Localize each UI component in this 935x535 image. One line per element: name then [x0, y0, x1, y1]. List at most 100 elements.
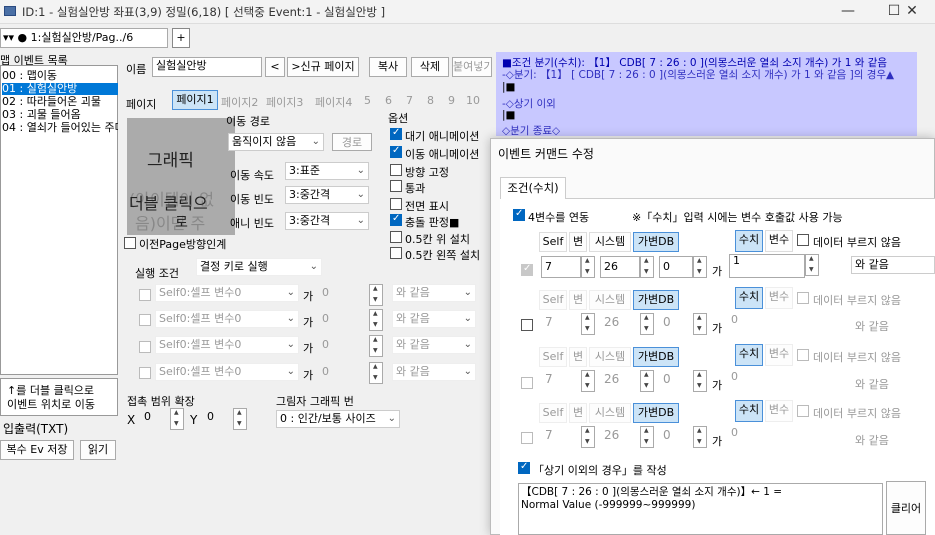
- cond-checkbox[interactable]: [139, 367, 151, 379]
- read-button[interactable]: 읽기: [80, 440, 116, 460]
- var-button[interactable]: 변: [569, 232, 587, 252]
- list-item[interactable]: 04 : 열쇠가 들어있는 주머: [2, 122, 118, 134]
- cond-op-select[interactable]: 와 같음 ⌄: [392, 310, 476, 328]
- numeric-button[interactable]: 수치: [735, 230, 763, 252]
- delete-page-button[interactable]: 삭제: [411, 57, 449, 77]
- copy-page-button[interactable]: 복사: [369, 57, 407, 77]
- self-button[interactable]: Self: [539, 232, 567, 252]
- name-input[interactable]: 실험실안방: [152, 57, 262, 77]
- db-type-input[interactable]: 7: [545, 315, 553, 329]
- map-tab[interactable]: ▾▾ ● 1:실험실안방/Pag../6: [0, 28, 168, 48]
- option-checkbox[interactable]: [390, 213, 402, 226]
- row-checkbox[interactable]: [521, 432, 533, 444]
- cond-spinner[interactable]: [369, 362, 383, 384]
- db-data-spinner[interactable]: [640, 313, 654, 335]
- new-page-button[interactable]: >신규 페이지: [287, 57, 359, 77]
- cond-var-select[interactable]: Self0:셀프 변수0 ⌄: [155, 336, 299, 354]
- option-checkbox[interactable]: [390, 180, 402, 192]
- variable-button[interactable]: 변수: [765, 230, 793, 252]
- save-multiple-button[interactable]: 복수 Ev 저장: [0, 440, 74, 460]
- variable-button[interactable]: 변수: [765, 344, 793, 366]
- list-item[interactable]: 01 : 실험실안방: [2, 83, 118, 95]
- system-button[interactable]: 시스템: [589, 403, 631, 423]
- minimize-button[interactable]: —: [825, 0, 871, 24]
- db-field-input[interactable]: 0: [663, 372, 671, 386]
- x-spinner[interactable]: [170, 408, 184, 430]
- clear-button[interactable]: 클리어: [886, 481, 926, 535]
- numeric-button[interactable]: 수치: [735, 400, 763, 422]
- x-input[interactable]: 0: [141, 409, 169, 429]
- variable-db-button[interactable]: 가변DB: [633, 347, 679, 367]
- cond-value[interactable]: 0: [322, 286, 329, 299]
- no-data-checkbox[interactable]: [797, 349, 809, 361]
- db-type-spinner[interactable]: [581, 313, 595, 335]
- option-checkbox[interactable]: [390, 145, 402, 158]
- db-field-input[interactable]: 0: [663, 315, 671, 329]
- operator-select[interactable]: 와 같음: [851, 256, 935, 274]
- paste-page-button[interactable]: 붙여넣기: [452, 57, 492, 77]
- cond-var-select[interactable]: Self0:셀프 변수0 ⌄: [155, 363, 299, 381]
- db-type-input[interactable]: 7: [545, 372, 553, 386]
- option-checkbox[interactable]: [390, 231, 402, 243]
- db-type-spinner[interactable]: [581, 426, 595, 448]
- tab-page-2[interactable]: 페이지2: [221, 94, 258, 110]
- db-type-input[interactable]: 7: [545, 428, 553, 442]
- no-data-checkbox[interactable]: [797, 234, 809, 246]
- tab-page-9[interactable]: 9: [448, 94, 455, 107]
- close-button[interactable]: ✕: [889, 0, 935, 24]
- db-field-spinner[interactable]: [693, 256, 707, 278]
- cond-checkbox[interactable]: [139, 314, 151, 326]
- list-item[interactable]: 03 : 괴물 들어옴: [2, 109, 118, 121]
- tab-page-1[interactable]: 페이지1: [172, 90, 218, 110]
- prev-button[interactable]: <: [265, 57, 285, 77]
- speed-select[interactable]: 3:표준 ⌄: [285, 162, 369, 180]
- cond-var-select[interactable]: Self0:셀프 변수0 ⌄: [155, 310, 299, 328]
- tab-condition[interactable]: 조건(수치): [500, 177, 566, 199]
- add-tab-button[interactable]: +: [172, 28, 190, 48]
- variable-db-button[interactable]: 가변DB: [633, 403, 679, 423]
- operator-select[interactable]: 와 같음: [855, 432, 889, 448]
- cond-value[interactable]: 0: [322, 338, 329, 351]
- cond-op-select[interactable]: 와 같음 ⌄: [392, 336, 476, 354]
- var-button[interactable]: 변: [569, 290, 587, 310]
- row-checkbox[interactable]: [521, 319, 533, 331]
- tab-page-4[interactable]: 페이지4: [315, 94, 352, 110]
- row-checkbox[interactable]: [521, 377, 533, 389]
- db-field-spinner[interactable]: [693, 313, 707, 335]
- anim-select[interactable]: 3:중간격 ⌄: [285, 212, 369, 230]
- cond-op-select[interactable]: 와 같음 ⌄: [392, 363, 476, 381]
- value-input[interactable]: 1: [729, 254, 805, 278]
- list-item[interactable]: 00 : 맵이동: [2, 70, 118, 82]
- command-scrollbar[interactable]: [917, 52, 933, 136]
- no-data-checkbox[interactable]: [797, 405, 809, 417]
- tab-page-7[interactable]: 7: [406, 94, 413, 107]
- db-field-spinner[interactable]: [693, 426, 707, 448]
- tab-page-3[interactable]: 페이지3: [266, 94, 303, 110]
- command-line[interactable]: |■: [502, 81, 515, 93]
- command-list[interactable]: ■조건 분기(수치): 【1】 CDB[ 7 : 26 : 0 ](의몽스러운 …: [496, 52, 917, 136]
- self-button[interactable]: Self: [539, 403, 567, 423]
- db-field-input[interactable]: 0: [659, 256, 693, 278]
- graphic-preview[interactable]: 그래픽 (아이템이 없 더블 클릭으 음)이면 주 로: [127, 118, 235, 235]
- numeric-button[interactable]: 수치: [735, 287, 763, 309]
- db-data-input[interactable]: 26: [600, 256, 640, 278]
- var-button[interactable]: 변: [569, 347, 587, 367]
- no-data-checkbox[interactable]: [797, 292, 809, 304]
- db-data-input[interactable]: 26: [604, 372, 619, 386]
- db-field-input[interactable]: 0: [663, 428, 671, 442]
- db-type-spinner[interactable]: [581, 370, 595, 392]
- prev-dir-checkbox[interactable]: [124, 237, 136, 249]
- variable-button[interactable]: 변수: [765, 400, 793, 422]
- value-input[interactable]: 0: [731, 370, 738, 383]
- db-type-input[interactable]: 7: [541, 256, 581, 278]
- option-checkbox[interactable]: [390, 164, 402, 176]
- option-checkbox[interactable]: [390, 198, 402, 210]
- variable-button[interactable]: 변수: [765, 287, 793, 309]
- shadow-select[interactable]: 0 : 인간/보통 사이즈 ⌄: [276, 410, 400, 428]
- cond-checkbox[interactable]: [139, 341, 151, 353]
- tab-page-10[interactable]: 10: [466, 94, 480, 107]
- row-checkbox[interactable]: [521, 263, 533, 276]
- cond-value[interactable]: 0: [322, 312, 329, 325]
- system-button[interactable]: 시스템: [589, 290, 631, 310]
- db-type-spinner[interactable]: [581, 256, 595, 278]
